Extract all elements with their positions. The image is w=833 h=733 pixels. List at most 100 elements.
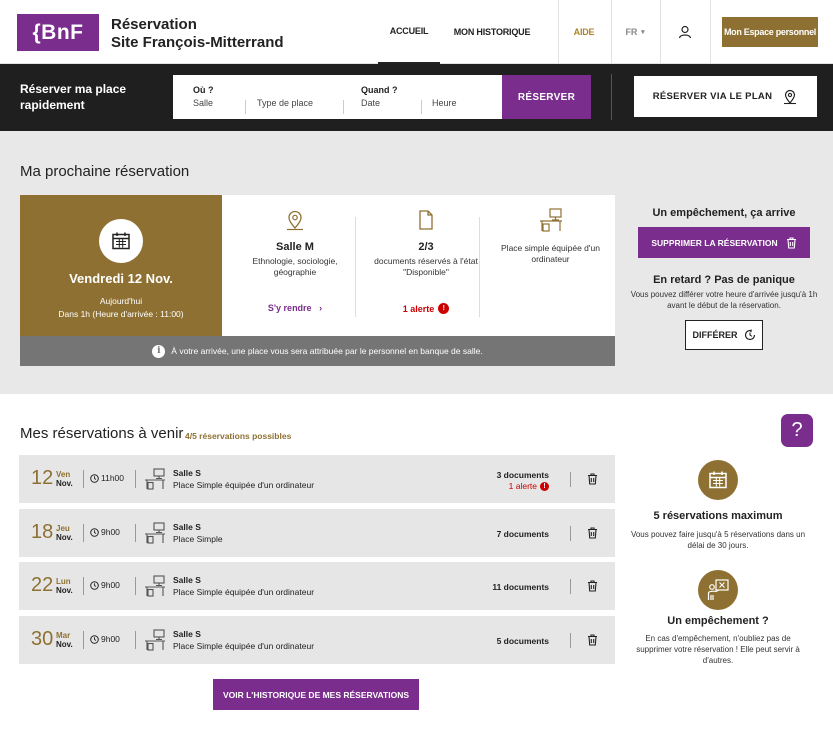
weekday: Ven xyxy=(56,470,71,479)
reservation-row[interactable]: 18 Jeu Nov. 9h00 Salle S Place Simple 7 docume… xyxy=(19,509,615,557)
reservation-time: 9h00 xyxy=(90,580,120,590)
reservation-time: 11h00 xyxy=(90,473,124,483)
seat-type-select[interactable]: Type de place xyxy=(257,98,313,108)
weekday: Mar xyxy=(56,631,71,640)
computer-desk-icon xyxy=(145,468,165,490)
trash-icon xyxy=(588,634,597,646)
row-separator xyxy=(135,631,136,649)
impediment-badge xyxy=(698,570,738,610)
site-title-line2: Site François-Mitterrand xyxy=(111,34,284,51)
nav-historique[interactable]: MON HISTORIQUE xyxy=(452,0,532,64)
bnf-logo[interactable]: {BnF xyxy=(17,14,99,51)
reserve-button[interactable]: RÉSERVER xyxy=(502,75,591,119)
clock-icon xyxy=(90,580,99,590)
date-select[interactable]: Date xyxy=(361,98,380,108)
delete-row-button[interactable] xyxy=(587,526,598,544)
row-separator xyxy=(135,470,136,488)
max-reservations-title: 5 réservations maximum xyxy=(653,510,783,522)
nav-accueil[interactable]: ACCUEIL xyxy=(378,0,440,64)
row-separator xyxy=(135,524,136,542)
column-separator xyxy=(479,217,480,317)
nav-aide[interactable]: AIDE xyxy=(558,0,610,64)
person-board-icon xyxy=(707,579,729,600)
reservation-weekday-month: Mar Nov. xyxy=(56,631,73,649)
calendar-icon xyxy=(709,471,727,489)
weekday: Jeu xyxy=(56,524,70,533)
field-separator xyxy=(245,100,246,114)
seat-icon-wrap xyxy=(144,629,166,656)
reservation-row[interactable]: 30 Mar Nov. 9h00 Salle S Place Simple équipée… xyxy=(19,616,615,664)
upcoming-reservations-title: Mes réservations à venir xyxy=(20,425,184,442)
room-info: Salle M Ethnologie, sociologie, géograph… xyxy=(233,207,357,322)
clock-icon xyxy=(90,473,99,483)
impediment-description: En cas d'empêchement, n'oubliez pas de s… xyxy=(636,634,800,665)
user-icon xyxy=(678,25,692,39)
language-select[interactable]: FR ▾ xyxy=(612,0,658,64)
impediment-heading: Un empêchement, ça arrive xyxy=(652,207,796,219)
row-separator xyxy=(83,577,84,595)
time-select[interactable]: Heure xyxy=(432,98,457,108)
documents-info: 2/3 documents réservés à l'état "Disponi… xyxy=(366,207,486,322)
quick-booking-title: Réserver ma place rapidement xyxy=(20,82,127,112)
seat-type: Place Simple équipée d'un ordinateur xyxy=(173,641,315,651)
info-icon: i xyxy=(152,344,166,358)
reservation-weekday-month: Lun Nov. xyxy=(56,577,73,595)
delete-row-button[interactable] xyxy=(587,472,598,490)
defer-button[interactable]: DIFFÉRER xyxy=(685,320,763,350)
late-heading: En retard ? Pas de panique xyxy=(653,274,795,286)
map-pin-icon xyxy=(784,89,797,104)
documents-count: 7 documents xyxy=(496,529,549,539)
row-separator xyxy=(83,631,84,649)
computer-desk-icon xyxy=(145,629,165,651)
documents-alert[interactable]: 1 alerte ! xyxy=(366,303,486,314)
user-account-button[interactable] xyxy=(660,0,710,64)
alert-label: 1 alerte xyxy=(508,481,537,491)
view-history-button[interactable]: VOIR L'HISTORIQUE DE MES RÉSERVATIONS xyxy=(213,679,419,710)
reservation-date: Vendredi 12 Nov. xyxy=(69,271,173,286)
go-to-room-link[interactable]: S'y rendre › xyxy=(233,303,357,313)
trash-icon xyxy=(588,527,597,539)
reserve-via-map-button[interactable]: RÉSERVER VIA LE PLAN xyxy=(634,76,817,117)
documents-count: 5 documents xyxy=(496,636,549,646)
calendar-badge xyxy=(99,219,143,263)
row-alert[interactable]: 1 alerte! xyxy=(509,481,549,491)
seat-description: Place simple équipée d'un ordinateur xyxy=(501,243,600,264)
month: Nov. xyxy=(56,533,73,542)
row-separator xyxy=(570,633,571,648)
arrival-note: i À votre arrivée, une place vous sera a… xyxy=(20,336,615,366)
reservations-count: 4/5 réservations possibles xyxy=(185,431,292,441)
delete-row-button[interactable] xyxy=(587,579,598,597)
row-separator xyxy=(83,470,84,488)
computer-desk-icon xyxy=(539,208,562,232)
delete-reservation-button[interactable]: SUPPRIMER LA RÉSERVATION xyxy=(638,227,810,258)
site-title-line1: Réservation xyxy=(111,16,197,33)
field-separator xyxy=(343,100,344,114)
seat-type: Place Simple xyxy=(173,534,223,544)
room-name: Salle S xyxy=(173,575,201,585)
espace-personnel-button[interactable]: Mon Espace personnel xyxy=(722,17,818,47)
room-name: Salle S xyxy=(173,468,201,478)
site-title: Réservation Site François-Mitterrand xyxy=(111,16,284,52)
delete-row-button[interactable] xyxy=(587,633,598,651)
reservation-day: 22 xyxy=(31,574,54,596)
impediment-title: Un empêchement ? xyxy=(667,615,769,627)
reservation-relative-time: Aujourd'hui Dans 1h (Heure d'arrivée : 1… xyxy=(20,295,222,321)
month: Nov. xyxy=(56,586,73,595)
chevron-right-icon: › xyxy=(319,303,323,313)
time-label: 9h00 xyxy=(101,527,120,537)
seat-info: Place simple équipée d'un ordinateur xyxy=(488,207,613,322)
reservation-row[interactable]: 22 Lun Nov. 9h00 Salle S Place Simple équipée… xyxy=(19,562,615,610)
documents-count: 3 documents xyxy=(496,470,549,480)
trash-icon xyxy=(588,473,597,485)
help-button[interactable]: ? xyxy=(781,414,813,447)
field-separator xyxy=(421,100,422,114)
reservation-row[interactable]: 12 Ven Nov. 11h00 Salle S Place Simple équipé… xyxy=(19,455,615,503)
next-reservation-card: Vendredi 12 Nov. Aujourd'hui Dans 1h (He… xyxy=(20,195,615,336)
row-separator xyxy=(570,579,571,594)
room-select[interactable]: Salle xyxy=(193,98,213,108)
impediment-panel: Un empêchement, ça arrive SUPPRIMER LA R… xyxy=(630,207,818,350)
seat-type: Place Simple équipée d'un ordinateur xyxy=(173,587,315,597)
site-header: {BnF Réservation Site François-Mitterran… xyxy=(0,0,833,64)
reservation-weekday-month: Jeu Nov. xyxy=(56,524,73,542)
arrival-note-text: À votre arrivée, une place vous sera att… xyxy=(171,346,483,356)
